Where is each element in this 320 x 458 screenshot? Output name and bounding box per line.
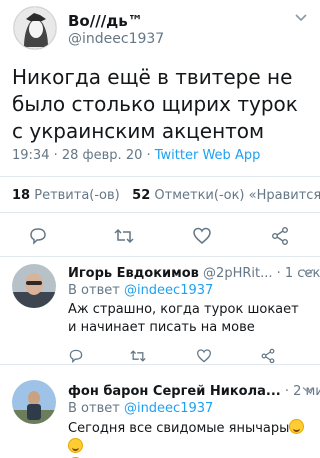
reply-item[interactable]: Игорь Евдокимов @2pHRit... · 1 сек В отв… [0, 256, 320, 364]
joy-emoji-icon [68, 438, 83, 453]
reply-avatar-photo [12, 264, 56, 308]
divider [0, 212, 320, 213]
reply-to-prefix: В ответ [68, 401, 124, 416]
retweets-stat[interactable]: 18 Ретвита(-ов) [12, 188, 120, 203]
reply-text: Аж страшно, когда турок шокает и начинае… [68, 302, 299, 335]
likes-stat[interactable]: 52 Отметки(-ок) «Нравится» [132, 188, 320, 203]
reply-item[interactable]: фон барон Сергей Никола... · 2 мин В отв… [0, 364, 320, 458]
retweet-icon[interactable] [112, 224, 136, 248]
retweets-count: 18 [12, 188, 31, 203]
reply-avatar[interactable] [12, 380, 56, 424]
reply-to-handle[interactable]: @indeec1937 [124, 283, 213, 298]
reply-text-block: Сегодня все свидомые янычары [68, 419, 308, 458]
avatar-portrait-image [14, 7, 56, 49]
tweet-text: Никогда ещё в твитере не было столько щи… [12, 65, 298, 143]
reply-text: Сегодня все свидомые янычары [68, 421, 290, 436]
tweet-source-link[interactable]: Twitter Web App [155, 148, 261, 163]
tweet-meta: 19:34 · 28 февр. 20 · Twitter Web App [12, 148, 260, 163]
reply-author-name: Игорь Евдокимов [68, 266, 199, 281]
reply-author-name: фон барон Сергей Никола... [68, 384, 281, 399]
reply-time: · 2 мин [284, 384, 320, 399]
reply-author[interactable]: фон барон Сергей Никола... · 2 мин [68, 384, 320, 399]
like-icon[interactable] [190, 224, 214, 248]
tweet-timestamp: 19:34 · 28 февр. 20 · [12, 148, 155, 163]
chevron-down-icon[interactable] [302, 386, 314, 397]
chevron-down-icon[interactable] [294, 12, 308, 26]
reply-to-prefix: В ответ [68, 283, 124, 298]
reply-to: В ответ @indeec1937 [68, 401, 213, 416]
share-icon[interactable] [268, 224, 292, 248]
reply-avatar-photo [12, 380, 56, 424]
author-avatar[interactable] [13, 6, 57, 50]
author-name[interactable]: Во///дь™ [68, 12, 143, 30]
author-handle[interactable]: @indeec1937 [68, 31, 164, 47]
tweet-stats: 18 Ретвита(-ов) 52 Отметки(-ок) «Нравитс… [12, 188, 320, 203]
reply-to-handle[interactable]: @indeec1937 [124, 401, 213, 416]
joy-emoji-icon [289, 419, 305, 434]
reply-to: В ответ @indeec1937 [68, 283, 213, 298]
retweets-label: Ретвита(-ов) [30, 188, 120, 203]
reply-avatar[interactable] [12, 264, 56, 308]
likes-count: 52 [132, 188, 151, 203]
likes-label: Отметки(-ок) «Нравится» [150, 188, 320, 203]
divider [0, 176, 320, 177]
tweet-actions [0, 224, 320, 248]
reply-author-handle: @2pHRit... [198, 266, 273, 281]
reply-icon[interactable] [26, 224, 50, 248]
reply-author[interactable]: Игорь Евдокимов @2pHRit... · 1 сек [68, 266, 320, 281]
chevron-down-icon[interactable] [302, 268, 314, 279]
